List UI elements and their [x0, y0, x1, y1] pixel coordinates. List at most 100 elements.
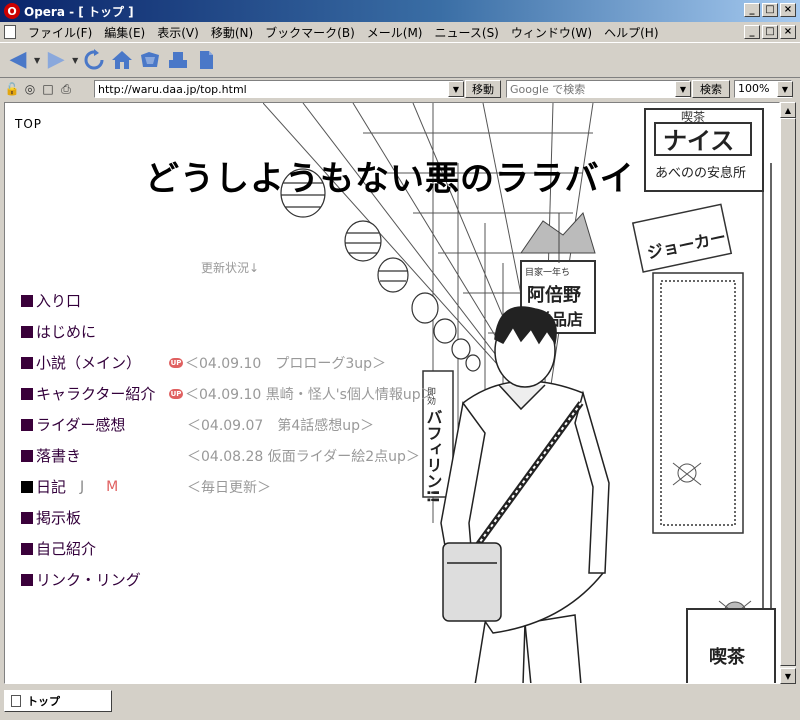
- print-button[interactable]: [166, 47, 190, 73]
- nav-row-diary: 日記 J M ＜毎日更新＞: [21, 471, 271, 502]
- page-tab-label: トップ: [27, 695, 60, 708]
- security-lock-icon[interactable]: 🔓: [4, 81, 20, 97]
- nav-row-links: リンク・リング: [21, 564, 155, 595]
- page-info-button[interactable]: [194, 47, 218, 73]
- page-icon: [200, 51, 214, 69]
- bullet-square-icon: [21, 294, 33, 307]
- print-icon: [169, 52, 188, 68]
- menu-bookmarks[interactable]: ブックマーク(B): [259, 24, 361, 41]
- page-tab-top[interactable]: トップ: [4, 690, 112, 712]
- nav-row-rider-review: ライダー感想 ＜04.09.07 第4話感想up＞: [21, 409, 374, 440]
- update-status-heading: 更新状況↓: [201, 261, 260, 275]
- menu-bar: ファイル(F) 編集(E) 表示(V) 移動(N) ブックマーク(B) メール(…: [0, 22, 800, 42]
- scroll-up-icon[interactable]: ▲: [780, 102, 796, 118]
- nice-sign-text: ナイス: [663, 127, 734, 155]
- bullet-square-icon: [21, 573, 33, 586]
- nav-label: ライダー感想: [36, 416, 126, 434]
- nav-link-characters[interactable]: キャラクター紹介: [21, 383, 155, 404]
- back-arrow-icon: ◀: [9, 47, 27, 72]
- bullet-square-icon: [21, 325, 33, 338]
- menu-file[interactable]: ファイル(F): [22, 24, 98, 41]
- nav-row-doodles: 落書き ＜04.08.28 仮面ライダー絵2点up＞: [21, 440, 420, 471]
- camera-icon[interactable]: ◎: [22, 81, 38, 97]
- update-text: ＜04.09.10 黒崎・怪人's個人情報up＞: [185, 386, 435, 403]
- nav-link-entrance[interactable]: 入り口: [21, 290, 81, 311]
- menu-navigate[interactable]: 移動(N): [205, 24, 259, 41]
- search-input[interactable]: [506, 80, 690, 98]
- navigation-toolbar: ◀ ▼ ▶ ▼: [0, 42, 800, 78]
- update-text: ＜04.09.10 プロローグ3up＞: [185, 355, 387, 372]
- bullet-square-icon: [21, 480, 33, 493]
- mdi-close-button[interactable]: ×: [780, 25, 796, 39]
- update-note-characters: UP ＜04.09.10 黒崎・怪人's個人情報up＞: [169, 384, 435, 404]
- scroll-down-icon[interactable]: ▼: [780, 668, 796, 684]
- update-note-diary: ＜毎日更新＞: [187, 477, 271, 497]
- forward-button[interactable]: ▶: [44, 47, 68, 73]
- maximize-button[interactable]: □: [762, 3, 778, 17]
- menu-mail[interactable]: メール(M): [361, 24, 429, 41]
- back-history-dropdown-icon[interactable]: ▼: [34, 56, 40, 65]
- print-small-icon[interactable]: ⎙: [58, 81, 74, 97]
- scrollbar-thumb[interactable]: [780, 118, 796, 666]
- go-button[interactable]: 移動: [465, 80, 501, 98]
- nav-link-rider-review[interactable]: ライダー感想: [21, 414, 125, 435]
- reload-button[interactable]: [82, 47, 106, 73]
- nav-link-bbs[interactable]: 掲示板: [21, 507, 81, 528]
- page-top-label: TOP: [15, 117, 43, 131]
- mdi-minimize-button[interactable]: _: [744, 25, 760, 39]
- update-note-novel: UP ＜04.09.10 プロローグ3up＞: [169, 353, 386, 373]
- search-button[interactable]: 検索: [692, 80, 730, 98]
- bullet-square-icon: [21, 449, 33, 462]
- vertical-scrollbar[interactable]: ▲ ▼: [780, 102, 796, 684]
- nav-link-links[interactable]: リンク・リング: [21, 569, 141, 590]
- diary-m-link[interactable]: M: [106, 479, 118, 495]
- shop-sub-text: あべのの安息所: [655, 165, 746, 181]
- store-name-line1: 阿倍野: [527, 284, 581, 306]
- window-titlebar: O Opera - [ トップ ] _ □ ×: [0, 0, 800, 22]
- menu-help[interactable]: ヘルプ(H): [598, 24, 664, 41]
- back-button[interactable]: ◀: [6, 47, 30, 73]
- page-tab-document-icon: [11, 695, 21, 707]
- nav-link-introduction[interactable]: はじめに: [21, 321, 96, 342]
- nav-label: 日記: [36, 478, 67, 496]
- close-button[interactable]: ×: [780, 3, 796, 17]
- store-small-text: 目家一年ち: [525, 266, 570, 278]
- minimize-button[interactable]: _: [744, 3, 760, 17]
- zoom-dropdown-icon[interactable]: ▼: [777, 81, 793, 97]
- nav-label: 自己紹介: [36, 540, 97, 558]
- nav-link-novel[interactable]: 小説（メイン）: [21, 352, 141, 373]
- nav-link-profile[interactable]: 自己紹介: [21, 538, 96, 559]
- bufferin-banner-text: バフィリン!!: [424, 409, 443, 504]
- opera-logo-icon: O: [4, 3, 20, 19]
- search-engine-dropdown-icon[interactable]: ▼: [675, 81, 691, 97]
- nav-link-diary[interactable]: 日記: [21, 476, 66, 497]
- mdi-restore-button[interactable]: □: [762, 25, 778, 39]
- nav-row-entrance: 入り口: [21, 285, 155, 316]
- hotlist-button[interactable]: [138, 47, 162, 73]
- diary-j-link[interactable]: J: [80, 479, 84, 495]
- nav-label: 小説（メイン）: [36, 354, 142, 372]
- new-page-icon[interactable]: □: [40, 81, 56, 97]
- address-toolbar: 🔓 ◎ □ ⎙ ▼ 移動 ▼ 検索 100% ▼: [0, 78, 800, 100]
- up-badge-icon: UP: [169, 357, 183, 368]
- reload-icon: [84, 49, 104, 70]
- nav-row-profile: 自己紹介: [21, 533, 155, 564]
- home-button[interactable]: [110, 47, 134, 73]
- update-text: ＜04.08.28 仮面ライダー絵2点up＞: [187, 448, 420, 465]
- nav-link-doodles[interactable]: 落書き: [21, 445, 81, 466]
- address-dropdown-icon[interactable]: ▼: [448, 81, 464, 97]
- nav-row-characters: キャラクター紹介 UP ＜04.09.10 黒崎・怪人's個人情報up＞: [21, 378, 435, 409]
- document-icon: [4, 25, 16, 39]
- address-input[interactable]: [94, 80, 464, 98]
- update-note-rider-review: ＜04.09.07 第4話感想up＞: [187, 415, 374, 435]
- menu-window[interactable]: ウィンドウ(W): [505, 24, 598, 41]
- site-navigation: 入り口 はじめに 小説（メイン） UP ＜04.09.10 プロローグ3up＞ キ…: [21, 285, 435, 595]
- menu-news[interactable]: ニュース(S): [428, 24, 504, 41]
- site-title: どうしようもない悪のララバイ: [145, 159, 635, 199]
- nav-label: 入り口: [36, 292, 82, 310]
- up-badge-icon: UP: [169, 388, 183, 399]
- menu-view[interactable]: 表示(V): [151, 24, 205, 41]
- menu-edit[interactable]: 編集(E): [98, 24, 151, 41]
- forward-history-dropdown-icon[interactable]: ▼: [72, 56, 78, 65]
- nav-row-introduction: はじめに: [21, 316, 155, 347]
